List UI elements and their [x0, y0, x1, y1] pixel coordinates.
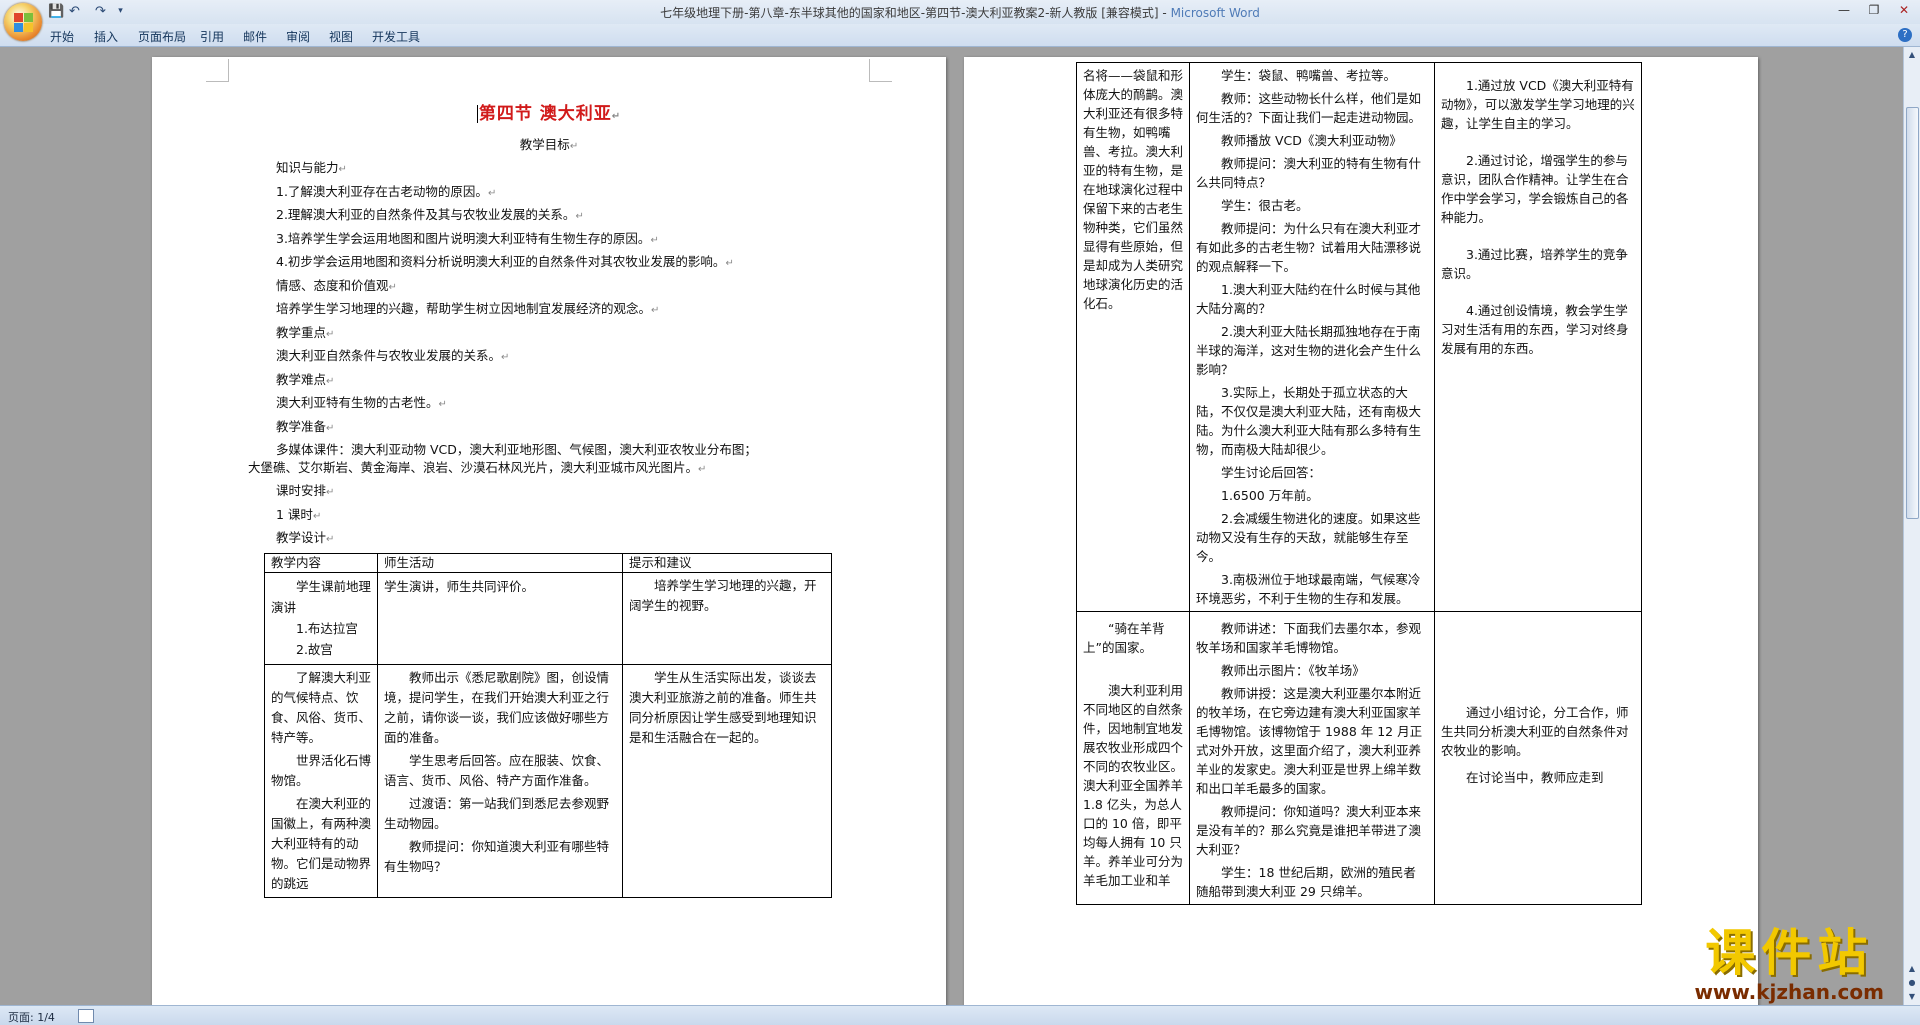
lesson-title[interactable]: 第四节 澳大利亚↵	[152, 99, 946, 124]
table-row: “骑在羊背上”的国家。 澳大利亚利用不同地区的自然条件，因地制宜地发展农牧业形成…	[1076, 611, 1642, 905]
paragraph: 多媒体课件：澳大利亚动物 VCD，澳大利亚地形图、气候图，澳大利亚农牧业分布图；	[276, 442, 757, 457]
paragraph: 教学设计↵	[276, 530, 335, 545]
help-icon[interactable]: ?	[1898, 28, 1912, 42]
tab-developer[interactable]: 开发工具	[372, 28, 420, 45]
scrollbar-thumb[interactable]	[1906, 107, 1919, 519]
tab-review[interactable]: 审阅	[286, 28, 310, 45]
page-1: 第四节 澳大利亚↵ 教学目标↵ 知识与能力↵ 1.了解澳大利亚存在古老动物的原因…	[152, 57, 946, 1005]
paragraph: 教学准备↵	[276, 419, 335, 434]
paragraph: 情感、态度和价值观↵	[276, 278, 397, 293]
table-header: 教学内容	[264, 553, 378, 573]
vertical-scrollbar[interactable]: ▲ ▲ ● ▼	[1903, 47, 1920, 1005]
paragraph: 教学重点↵	[276, 325, 335, 340]
lesson-table: 教学内容 师生活动 提示和建议 学生课前地理演讲 1.布达拉宫 2.故宫 学生演…	[264, 553, 832, 898]
browse-object-icon[interactable]: ●	[1906, 977, 1918, 989]
table-header-row: 教学内容 师生活动 提示和建议	[264, 553, 832, 573]
office-button[interactable]	[4, 3, 42, 41]
proofing-icon[interactable]	[78, 1009, 94, 1023]
table-cell: 学生课前地理演讲 1.布达拉宫 2.故宫	[264, 572, 378, 665]
status-bar: 页面: 1/4	[0, 1005, 1920, 1025]
tab-view[interactable]: 视图	[329, 28, 353, 45]
paragraph: 2.理解澳大利亚的自然条件及其与农牧业发展的关系。↵	[276, 207, 584, 222]
next-page-icon[interactable]: ▼	[1906, 991, 1918, 1003]
scroll-up-icon[interactable]: ▲	[1906, 49, 1918, 61]
margin-mark	[869, 59, 892, 82]
ribbon-tabs: 开始 插入 页面布局 引用 邮件 审阅 视图 开发工具 ?	[0, 24, 1920, 47]
lesson-table-continued: 名将——袋鼠和形体庞大的鸸鹋。澳大利亚还有很多特有生物，如鸭嘴兽、考拉。澳大利亚…	[1076, 62, 1642, 905]
page-2: 名将——袋鼠和形体庞大的鸸鹋。澳大利亚还有很多特有生物，如鸭嘴兽、考拉。澳大利亚…	[964, 57, 1758, 1005]
paragraph: 澳大利亚特有生物的古老性。↵	[276, 395, 447, 410]
office-logo-icon	[13, 12, 33, 32]
tab-references[interactable]: 引用	[200, 28, 224, 45]
table-cell: 1.通过放 VCD《澳大利亚特有动物》，可以激发学生学习地理的兴趣，让学生自主的…	[1434, 62, 1642, 612]
paragraph: 大堡礁、艾尔斯岩、黄金海岸、浪岩、沙漠石林风光片，澳大利亚城市风光图片。↵	[248, 460, 707, 475]
table-cell: 通过小组讨论，分工合作，师生共同分析澳大利亚的自然条件对农牧业的影响。 在讨论当…	[1434, 611, 1642, 905]
document-name: 七年级地理下册-第八章-东半球其他的国家和地区-第四节-澳大利亚教案2-新人教版…	[660, 6, 1159, 20]
prev-page-icon[interactable]: ▲	[1906, 963, 1918, 975]
document-workspace: 第四节 澳大利亚↵ 教学目标↵ 知识与能力↵ 1.了解澳大利亚存在古老动物的原因…	[0, 47, 1904, 1005]
watermark-url: www.kjzhan.com	[1694, 980, 1884, 1004]
table-cell: 培养学生学习地理的兴趣，开阔学生的视野。	[622, 572, 832, 665]
paragraph: 4.初步学会运用地图和资料分析说明澳大利亚的自然条件对其农牧业发展的影响。↵	[276, 254, 734, 269]
table-row: 了解澳大利亚的气候特点、饮食、风俗、货币、特产等。 世界活化石博物馆。 在澳大利…	[264, 664, 832, 898]
tab-insert[interactable]: 插入	[94, 28, 118, 45]
table-cell: 学生：袋鼠、鸭嘴兽、考拉等。 教师：这些动物长什么样，他们是如何生活的？下面让我…	[1189, 62, 1435, 612]
lesson-title-text: 第四节 澳大利亚	[478, 104, 612, 124]
window-title: 七年级地理下册-第八章-东半球其他的国家和地区-第四节-澳大利亚教案2-新人教版…	[660, 6, 1260, 20]
watermark-logo: 课件站	[1705, 924, 1874, 982]
paragraph: 教学难点↵	[276, 372, 335, 387]
table-header: 师生活动	[377, 553, 623, 573]
table-header: 提示和建议	[622, 553, 832, 573]
paragraph: 1 课时↵	[276, 507, 322, 522]
tab-home[interactable]: 开始	[50, 28, 74, 45]
margin-mark	[206, 59, 229, 82]
paragraph: 1.了解澳大利亚存在古老动物的原因。↵	[276, 184, 497, 199]
tab-page-layout[interactable]: 页面布局	[138, 28, 186, 45]
table-cell: 教师讲述：下面我们去墨尔本，参观牧羊场和国家羊毛博物馆。 教师出示图片：《牧羊场…	[1189, 611, 1435, 905]
paragraph: 知识与能力↵	[276, 160, 347, 175]
paragraph: 3.培养学生学会运用地图和图片说明澳大利亚特有生物生存的原因。↵	[276, 231, 659, 246]
restore-icon[interactable]: ❐	[1860, 0, 1888, 20]
paragraph: 澳大利亚自然条件与农牧业发展的关系。↵	[276, 348, 510, 363]
text-cursor	[476, 105, 478, 123]
close-icon[interactable]: ✕	[1890, 0, 1918, 20]
app-name: Microsoft Word	[1170, 6, 1260, 20]
tab-mailings[interactable]: 邮件	[243, 28, 267, 45]
table-cell: 教师出示《悉尼歌剧院》图，创设情境，提问学生，在我们开始澳大利亚之行之前，请你谈…	[377, 664, 623, 898]
paragraph: 培养学生学习地理的兴趣，帮助学生树立因地制宜发展经济的观念。↵	[276, 301, 660, 316]
table-cell: 了解澳大利亚的气候特点、饮食、风俗、货币、特产等。 世界活化石博物馆。 在澳大利…	[264, 664, 378, 898]
minimize-icon[interactable]: —	[1830, 0, 1858, 20]
paragraph: 课时安排↵	[276, 483, 335, 498]
section-heading: 教学目标↵	[519, 137, 579, 152]
table-cell: 学生从生活实际出发，谈谈去澳大利亚旅游之前的准备。师生共同分析原因让学生感受到地…	[622, 664, 832, 898]
table-row: 学生课前地理演讲 1.布达拉宫 2.故宫 学生演讲，师生共同评价。 培养学生学习…	[264, 572, 832, 665]
table-cell: “骑在羊背上”的国家。 澳大利亚利用不同地区的自然条件，因地制宜地发展农牧业形成…	[1076, 611, 1190, 905]
title-bar: 💾 ↶ ↷ ▾ 七年级地理下册-第八章-东半球其他的国家和地区-第四节-澳大利亚…	[0, 0, 1920, 41]
table-cell: 名将——袋鼠和形体庞大的鸸鹋。澳大利亚还有很多特有生物，如鸭嘴兽、考拉。澳大利亚…	[1076, 62, 1190, 612]
page-indicator[interactable]: 页面: 1/4	[8, 1009, 55, 1025]
table-cell: 学生演讲，师生共同评价。	[377, 572, 623, 665]
table-row: 名将——袋鼠和形体庞大的鸸鹋。澳大利亚还有很多特有生物，如鸭嘴兽、考拉。澳大利亚…	[1076, 62, 1642, 612]
watermark: 课件站 www.kjzhan.com	[1694, 925, 1884, 1003]
